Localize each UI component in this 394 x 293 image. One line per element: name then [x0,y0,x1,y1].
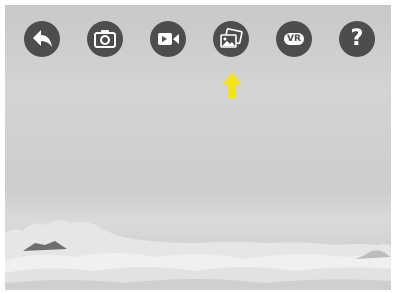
cloud-layer [5,220,391,290]
video-camera-icon [158,33,179,45]
gallery-button[interactable] [213,21,249,57]
back-arrow-icon [33,30,52,47]
video-button[interactable] [150,21,186,57]
camera-viewfinder: VR ? [5,5,391,290]
vr-button[interactable]: VR [276,21,312,57]
back-button[interactable] [24,21,60,57]
vr-icon: VR [276,21,312,57]
vr-label: VR [284,33,304,45]
camera-icon [94,30,116,48]
up-arrow-indicator [222,72,242,98]
camera-button[interactable] [87,21,123,57]
question-icon: ? [350,26,364,51]
help-button[interactable]: ? [339,21,375,57]
photos-icon [220,28,243,48]
